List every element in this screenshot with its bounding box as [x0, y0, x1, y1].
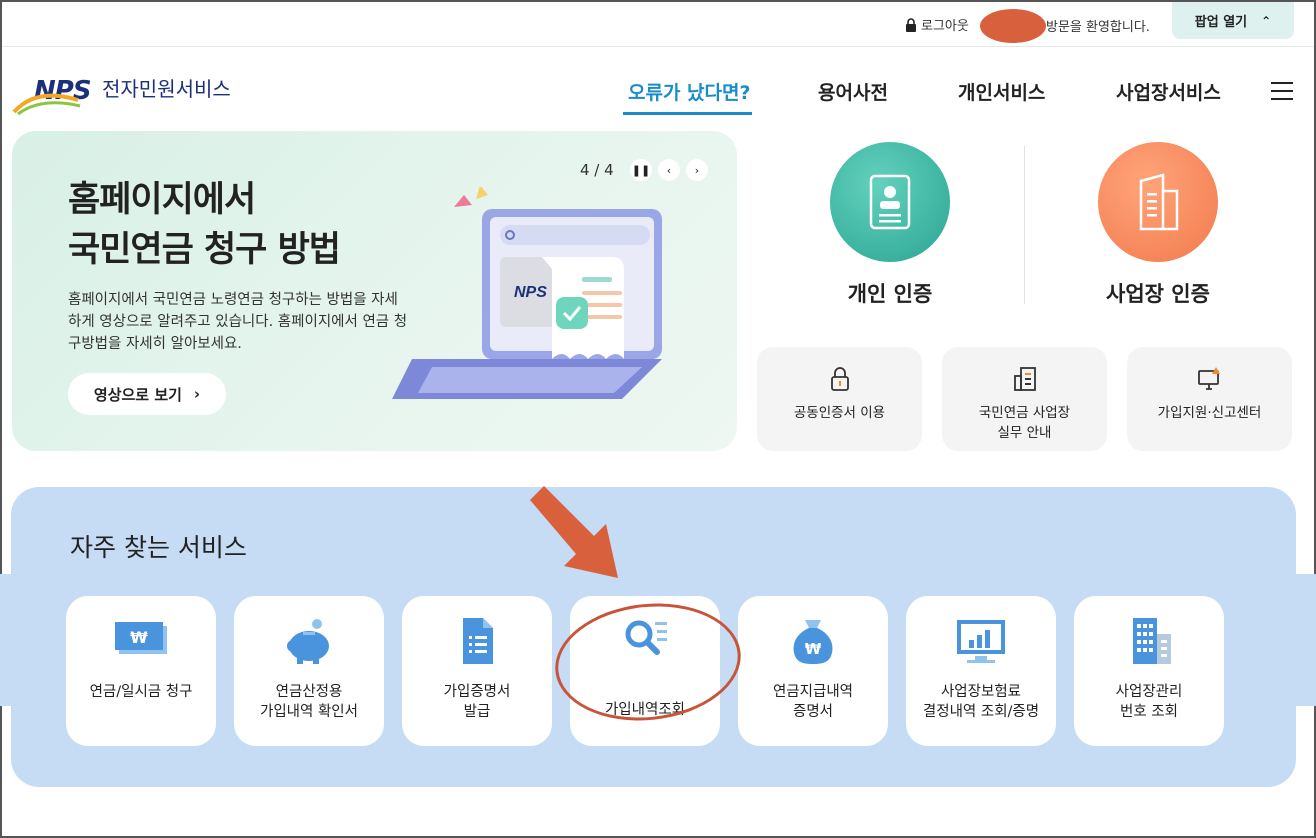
- logout-label: 로그아웃: [921, 19, 969, 34]
- promo-banner: 홈페이지에서 국민연금 청구 방법 홈페이지에서 국민연금 노령연금 청구하는 …: [12, 131, 737, 451]
- service-payment-certificate[interactable]: ₩ 연금지급내역 증명서: [738, 596, 888, 746]
- menu-icon[interactable]: [1271, 82, 1293, 100]
- banner-title-line2: 국민연금 청구 방법: [68, 230, 341, 270]
- svg-text:₩: ₩: [130, 628, 148, 647]
- banner-title-line1: 홈페이지에서: [68, 180, 256, 220]
- nav-error-help[interactable]: 오류가 났다면?: [628, 78, 751, 105]
- watch-video-label: 영상으로 보기: [93, 385, 182, 404]
- annotation-arrow-icon: [530, 486, 618, 578]
- pause-icon[interactable]: ❚❚: [630, 159, 652, 181]
- cert-divider: [1024, 146, 1025, 304]
- won-bill-icon: ₩: [115, 622, 167, 654]
- service-label: 연금산정용 가입내역 확인서: [260, 684, 358, 720]
- personal-cert-label: 개인 인증: [847, 282, 933, 306]
- piggy-bank-icon: [287, 619, 329, 664]
- banner-title: 홈페이지에서 국민연금 청구 방법: [68, 175, 341, 275]
- lock-icon: [906, 17, 916, 32]
- utility-bar: 로그아웃 방문을 환영합니다. 팝업 열기 ⌃: [2, 2, 1314, 47]
- business-cert-label: 사업장 인증: [1106, 282, 1210, 306]
- service-business-number-lookup[interactable]: 사업장관리 번호 조회: [1074, 596, 1224, 746]
- service-label: 연금지급내역 증명서: [772, 684, 854, 720]
- quick-link-joint-cert[interactable]: 공동인증서 이용: [757, 347, 922, 451]
- banner-pager: 4 / 4: [580, 161, 614, 179]
- service-pension-claim[interactable]: ₩ 연금/일시금 청구: [66, 596, 216, 746]
- nav-glossary[interactable]: 용어사전: [818, 78, 888, 105]
- logo-text: 전자민원서비스: [102, 77, 231, 101]
- nav-active-underline: [623, 112, 752, 115]
- money-bag-icon: ₩: [793, 620, 833, 664]
- nps-logo-mark: NPS: [12, 72, 100, 116]
- chart-monitor-icon: [957, 620, 1005, 663]
- service-business-insurance[interactable]: 사업장보험료 결정내역 조회/증명: [906, 596, 1056, 746]
- building-icon: [1098, 142, 1218, 262]
- lock-icon: [830, 367, 849, 391]
- nav-personal-service[interactable]: 개인서비스: [958, 78, 1045, 105]
- service-label: 사업장관리 번호 조회: [1115, 684, 1183, 720]
- monitor-alert-icon: [1197, 367, 1220, 390]
- next-slide-icon[interactable]: ›: [686, 159, 708, 181]
- watch-video-button[interactable]: 영상으로 보기 ›: [68, 373, 226, 415]
- redacted-username: [980, 9, 1046, 43]
- welcome-text: 방문을 환영합니다.: [1046, 20, 1150, 35]
- chevron-right-icon: ›: [193, 385, 201, 403]
- popup-label: 팝업 열기: [1194, 15, 1248, 30]
- quick-link-support-center[interactable]: 가입지원·신고센터: [1127, 347, 1292, 451]
- service-pension-calc-certificate[interactable]: 연금산정용 가입내역 확인서: [234, 596, 384, 746]
- quick-link-label: 가입지원·신고센터: [1157, 405, 1262, 421]
- service-membership-certificate[interactable]: 가입증명서 발급: [402, 596, 552, 746]
- nav-business-service[interactable]: 사업장서비스: [1116, 78, 1221, 105]
- chevron-up-icon: ⌃: [1261, 13, 1272, 28]
- quick-link-label: 국민연금 사업장 실무 안내: [978, 405, 1071, 441]
- popup-open-button[interactable]: 팝업 열기 ⌃: [1172, 2, 1294, 39]
- quick-link-label: 공동인증서 이용: [793, 405, 886, 421]
- banner-description: 홈페이지에서 국민연금 노령연금 청구하는 방법을 자세하게 영상으로 알려주고…: [68, 292, 408, 352]
- svg-text:₩: ₩: [805, 640, 822, 658]
- site-logo[interactable]: NPS 전자민원서비스: [12, 72, 231, 116]
- logout-link[interactable]: 로그아웃: [905, 15, 969, 34]
- business-cert-button[interactable]: 사업장 인증: [1088, 142, 1228, 308]
- personal-cert-button[interactable]: 개인 인증: [820, 142, 960, 308]
- id-card-icon: [830, 142, 950, 262]
- service-label: 연금/일시금 청구: [89, 684, 193, 700]
- office-building-icon: [1133, 618, 1171, 664]
- illustration-logo: NPS: [514, 284, 547, 301]
- laptop-illustration: NPS: [392, 187, 662, 399]
- building-doc-icon: [1013, 367, 1036, 391]
- document-icon: [463, 618, 493, 664]
- prev-slide-icon[interactable]: ‹: [658, 159, 680, 181]
- service-label: 가입증명서 발급: [443, 684, 511, 720]
- frequent-services-title: 자주 찾는 서비스: [70, 533, 247, 562]
- service-label: 사업장보험료 결정내역 조회/증명: [922, 684, 1040, 720]
- quick-link-business-guide[interactable]: 국민연금 사업장 실무 안내: [942, 347, 1107, 451]
